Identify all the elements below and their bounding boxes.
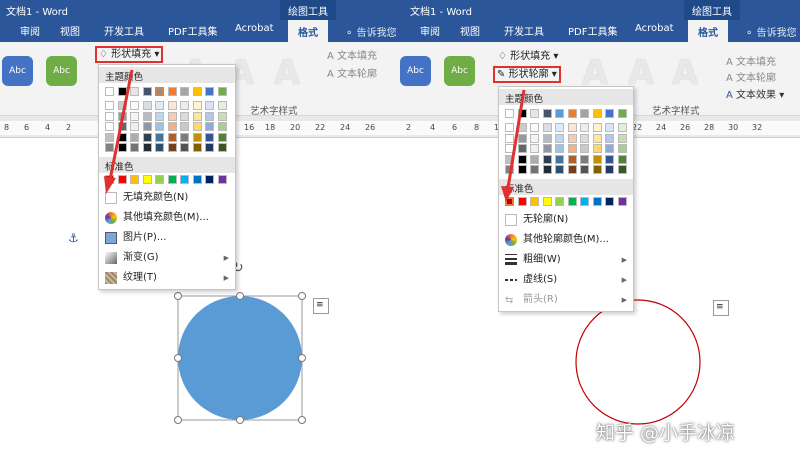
arrow-head (104, 176, 116, 194)
arrow-shaft (108, 69, 134, 181)
arrow-head (501, 186, 514, 202)
left-screenshot: 文档1 - Word 绘图工具 审阅 视图 开发工具 PDF工具集 Acroba… (0, 0, 400, 463)
red-arrow-annotation (501, 89, 526, 202)
red-arrow-annotation (104, 69, 134, 194)
right-screenshot: 文档1 - Word 绘图工具 审阅 视图 开发工具 PDF工具集 Acroba… (400, 0, 800, 463)
arrow-shaft (506, 89, 526, 189)
